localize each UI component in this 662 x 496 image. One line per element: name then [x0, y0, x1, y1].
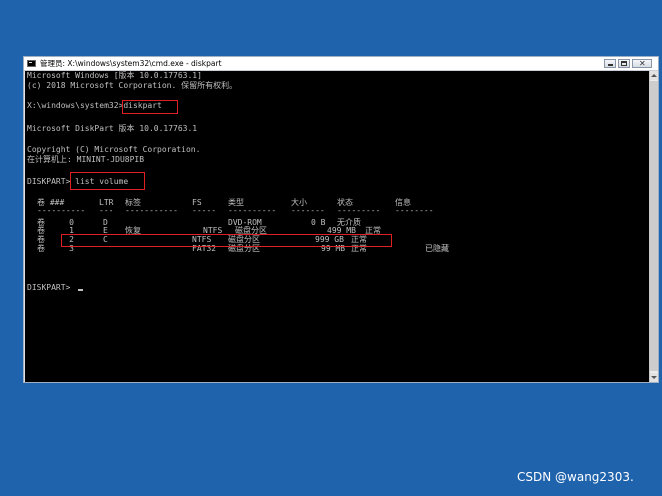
- watermark: CSDN @wang2303.: [517, 470, 634, 484]
- console-line-copyright: (c) 2018 Microsoft Corporation. 保留所有权利。: [27, 81, 238, 90]
- console-output[interactable]: Microsoft Windows [版本 10.0.17763.1] (c) …: [25, 71, 649, 382]
- maximize-button[interactable]: [618, 59, 630, 68]
- scroll-down-arrow-icon[interactable]: [650, 373, 658, 382]
- cmd-window[interactable]: 管理员: X:\windows\system32\cmd.exe - diskp…: [23, 56, 659, 383]
- cmd-app-icon: [27, 60, 36, 67]
- console-line-version: Microsoft Windows [版本 10.0.17763.1]: [27, 71, 202, 80]
- window-title: 管理员: X:\windows\system32\cmd.exe - diskp…: [40, 59, 222, 68]
- separator: ---: [99, 206, 114, 215]
- separator: -------: [291, 206, 325, 215]
- console-line-computer: 在计算机上: MININT-JDU8PIB: [27, 155, 145, 164]
- cell-size: 0 B: [311, 218, 326, 227]
- scroll-up-arrow-icon[interactable]: [650, 71, 658, 80]
- highlight-diskpart-command: [122, 100, 178, 114]
- separator: ---------: [337, 206, 381, 215]
- console-line-current-prompt: DISKPART>: [27, 283, 76, 292]
- separator: ----------: [37, 206, 86, 215]
- vertical-scrollbar[interactable]: [649, 71, 658, 382]
- console-line-diskpart-version: Microsoft DiskPart 版本 10.0.17763.1: [27, 124, 198, 133]
- separator: -----: [192, 206, 217, 215]
- close-button[interactable]: [632, 59, 652, 68]
- highlight-list-volume-command: [70, 172, 145, 190]
- separator: -----------: [125, 206, 178, 215]
- highlight-volume-2-row: [61, 234, 392, 247]
- title-bar[interactable]: 管理员: X:\windows\system32\cmd.exe - diskp…: [24, 57, 658, 71]
- console-line-diskpart-copyright: Copyright (C) Microsoft Corporation.: [27, 145, 201, 154]
- cell-info: 已隐藏: [425, 244, 449, 253]
- separator: ----------: [228, 206, 277, 215]
- minimize-button[interactable]: [604, 59, 616, 68]
- separator: --------: [395, 206, 434, 215]
- text-cursor: [78, 289, 83, 291]
- scroll-thumb[interactable]: [650, 81, 658, 371]
